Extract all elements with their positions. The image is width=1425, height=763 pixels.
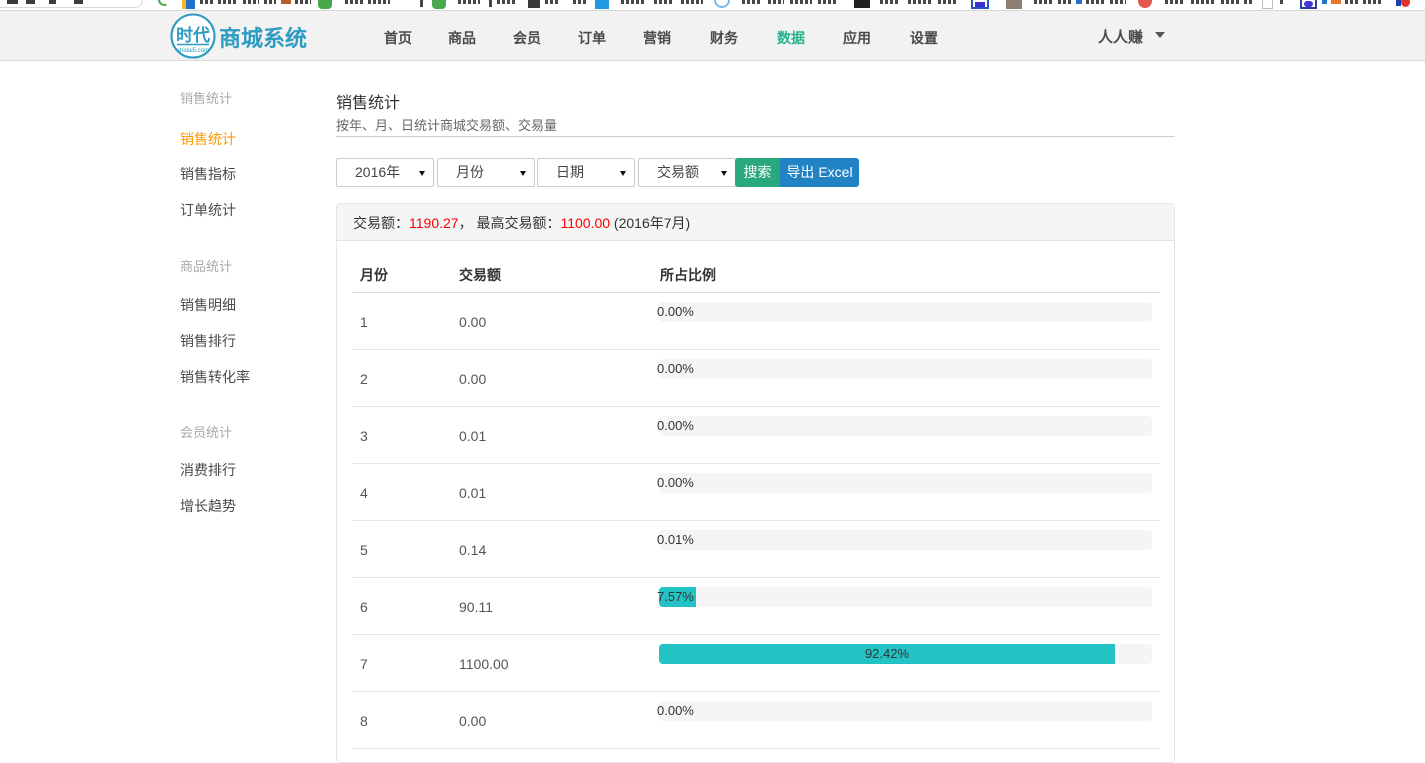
svg-text:shidai5.com: shidai5.com [177,48,209,54]
svg-text:时代: 时代 [176,25,210,45]
